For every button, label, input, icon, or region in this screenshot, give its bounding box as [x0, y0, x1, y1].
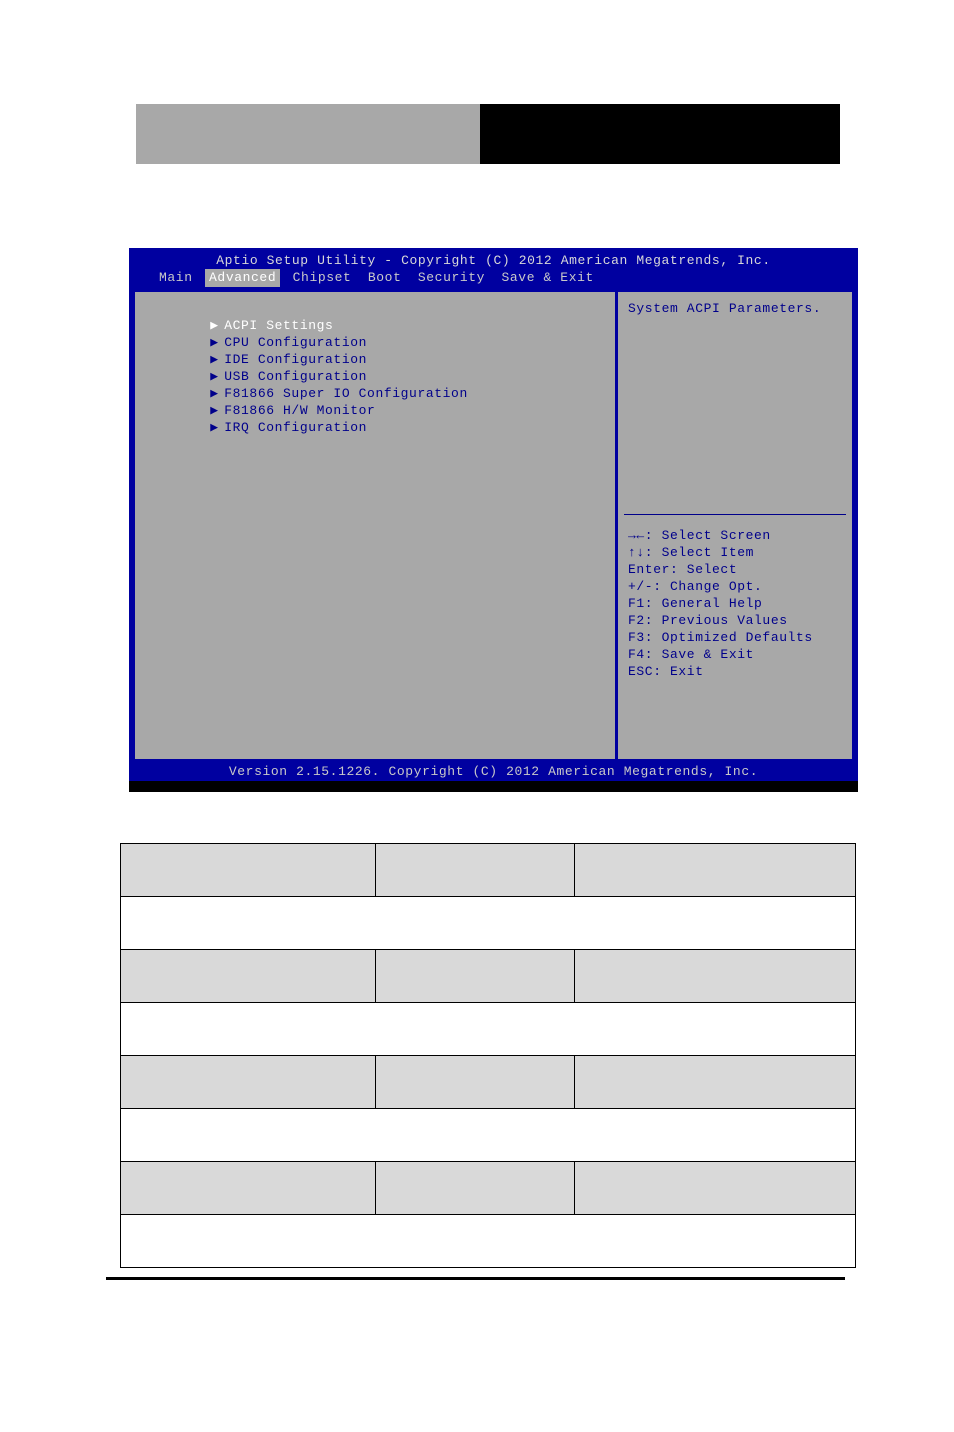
bios-menu-list: ▶ ACPI Settings ▶ CPU Configuration ▶ IDE C… [135, 292, 615, 759]
table-cell [120, 896, 856, 950]
table-cell [120, 1161, 376, 1215]
table-row [120, 1055, 856, 1109]
bios-setup-screenshot: Aptio Setup Utility - Copyright (C) 2012… [129, 248, 858, 792]
table-cell [120, 1214, 856, 1268]
tab-save-and-exit[interactable]: Save & Exit [498, 269, 598, 287]
bios-title-bar: Aptio Setup Utility - Copyright (C) 2012… [129, 252, 858, 269]
header-right-block [480, 104, 840, 164]
submenu-arrow-icon: ▶ [210, 335, 219, 350]
bios-help-pane: System ACPI Parameters. →←: Select Scree… [618, 292, 852, 759]
key-f3-optimized-defaults: F3: Optimized Defaults [628, 630, 813, 645]
submenu-arrow-icon: ▶ [210, 318, 219, 333]
tab-boot[interactable]: Boot [364, 269, 406, 287]
menu-item-label: F81866 H/W Monitor [224, 403, 376, 418]
bios-key-legend: →←: Select Screen ↑↓: Select Item Enter:… [628, 527, 813, 680]
submenu-arrow-icon: ▶ [210, 352, 219, 367]
menu-item-label: IRQ Configuration [224, 420, 368, 435]
table-row [120, 1214, 856, 1268]
table-cell [120, 1002, 856, 1056]
bios-content-area: ▶ ACPI Settings ▶ CPU Configuration ▶ IDE C… [133, 290, 854, 761]
spec-table [120, 843, 856, 1268]
table-row [120, 843, 856, 897]
key-esc-exit: ESC: Exit [628, 664, 704, 679]
key-select-item: ↑↓: Select Item [628, 545, 755, 560]
table-cell [375, 843, 575, 897]
menu-item-acpi-settings[interactable]: ▶ ACPI Settings [139, 300, 615, 333]
menu-item-label: F81866 Super IO Configuration [224, 386, 468, 401]
bios-bottom-strip [129, 781, 858, 792]
key-change-opt: +/-: Change Opt. [628, 579, 763, 594]
bios-menu-bar: Main Advanced Chipset Boot Security Save… [129, 269, 858, 287]
tab-security[interactable]: Security [414, 269, 489, 287]
document-header-banner [136, 104, 840, 164]
menu-item-label: USB Configuration [224, 369, 368, 384]
table-cell [375, 949, 575, 1003]
table-cell [574, 843, 856, 897]
bios-version-bar: Version 2.15.1226. Copyright (C) 2012 Am… [129, 763, 858, 781]
menu-item-label: CPU Configuration [224, 335, 368, 350]
table-row [120, 1002, 856, 1056]
footer-rule [106, 1277, 845, 1280]
table-cell [375, 1055, 575, 1109]
key-select-screen: →←: Select Screen [628, 528, 771, 543]
help-description: System ACPI Parameters. [628, 301, 822, 316]
table-cell [375, 1161, 575, 1215]
table-cell [574, 949, 856, 1003]
tab-chipset[interactable]: Chipset [289, 269, 356, 287]
key-f4-save-exit: F4: Save & Exit [628, 647, 755, 662]
key-enter-select: Enter: Select [628, 562, 738, 577]
submenu-arrow-icon: ▶ [210, 403, 219, 418]
table-row [120, 896, 856, 950]
table-row [120, 1108, 856, 1162]
table-cell [574, 1055, 856, 1109]
table-cell [120, 843, 376, 897]
table-row [120, 949, 856, 1003]
menu-item-label: IDE Configuration [224, 352, 368, 367]
submenu-arrow-icon: ▶ [210, 420, 219, 435]
table-cell [120, 1055, 376, 1109]
header-left-block [136, 104, 480, 164]
table-row [120, 1161, 856, 1215]
key-f1-general-help: F1: General Help [628, 596, 763, 611]
table-cell [120, 1108, 856, 1162]
table-cell [120, 949, 376, 1003]
help-separator [624, 514, 846, 515]
table-cell [574, 1161, 856, 1215]
tab-advanced[interactable]: Advanced [205, 269, 281, 287]
key-f2-previous-values: F2: Previous Values [628, 613, 788, 628]
submenu-arrow-icon: ▶ [210, 369, 219, 384]
tab-main[interactable]: Main [155, 269, 197, 287]
submenu-arrow-icon: ▶ [210, 386, 219, 401]
menu-item-label: ACPI Settings [224, 318, 334, 333]
